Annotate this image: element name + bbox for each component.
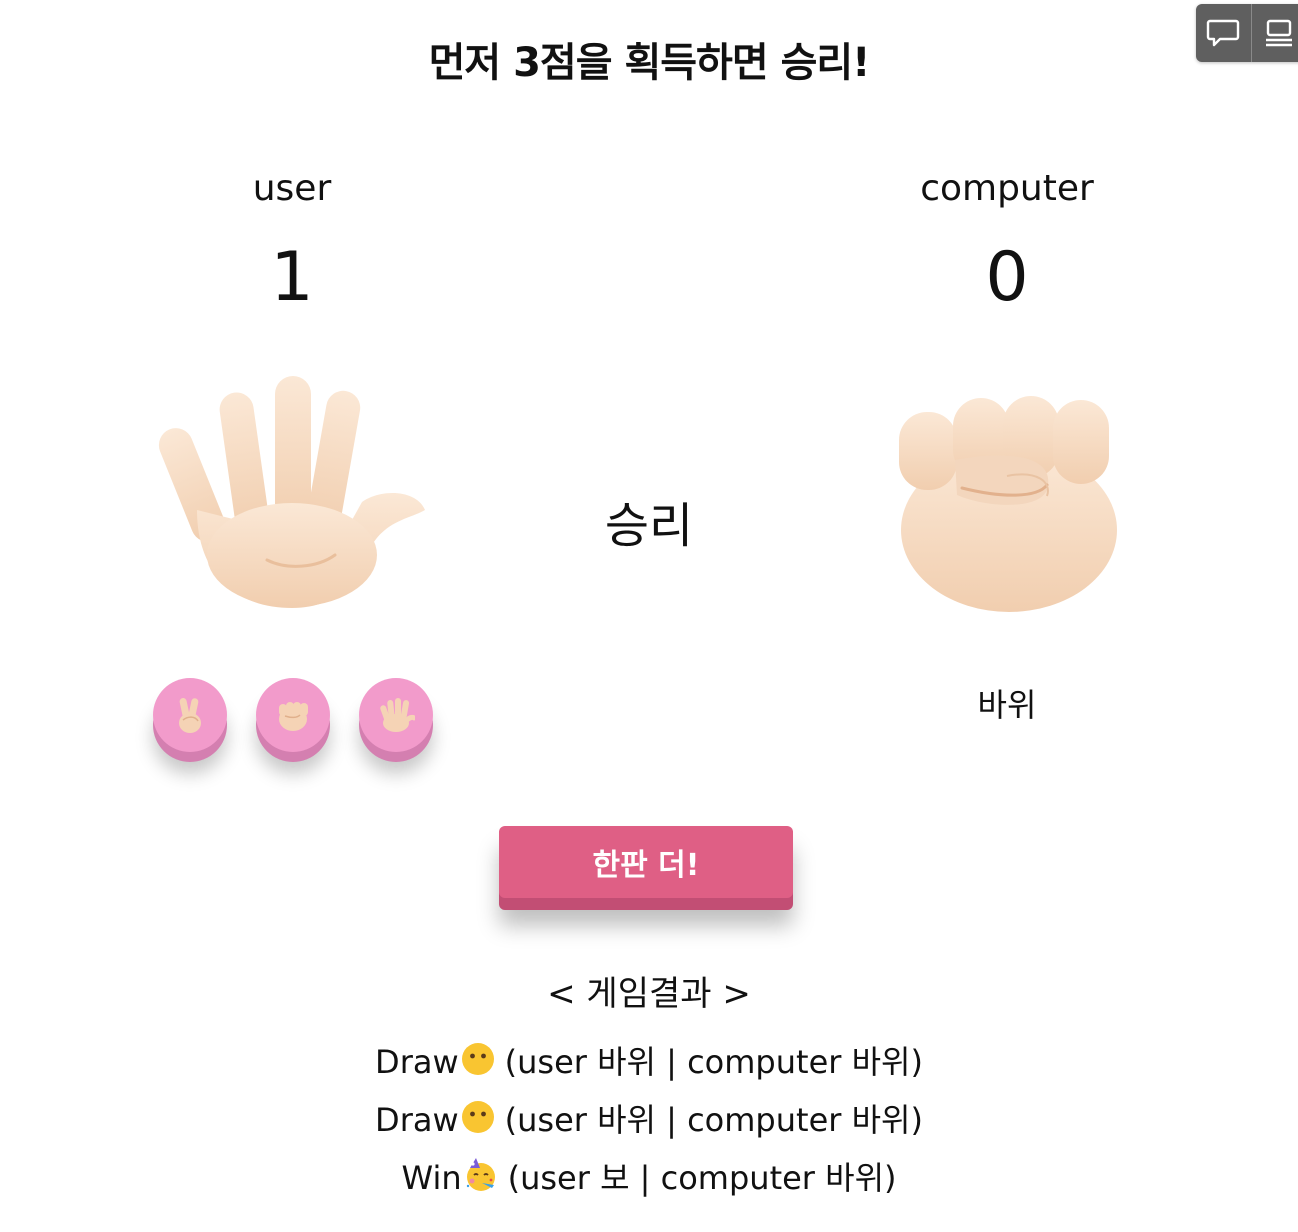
page-title: 먼저 3점을 획득하면 승리! — [428, 40, 871, 86]
history-title: < 게임결과 > — [547, 974, 751, 1014]
scissors-hand-icon — [179, 698, 201, 733]
play-again-label: 한판 더! — [499, 826, 793, 898]
party-face-icon — [464, 1157, 498, 1203]
neutral-face-icon — [461, 1042, 495, 1087]
game-page: 먼저 3점을 획득하면 승리! user 1 승리 computer 0 바위 … — [0, 0, 1298, 1232]
paper-button[interactable] — [359, 678, 433, 762]
computer-choice-label: 바위 — [977, 686, 1037, 724]
user-score: 1 — [270, 238, 314, 317]
history-item: Draw (user 바위 | computer 바위) — [0, 1040, 1298, 1098]
history-list: Draw (user 바위 | computer 바위) Draw (user 바위… — [0, 1040, 1298, 1214]
history-detail: (user 바위 | computer 바위) — [504, 1101, 923, 1139]
history-item: Draw (user 바위 | computer 바위) — [0, 1098, 1298, 1156]
computer-score: 0 — [985, 238, 1029, 317]
menu-icon[interactable] — [1252, 4, 1298, 62]
floating-toolbar — [1196, 4, 1298, 62]
user-name: user — [252, 168, 332, 209]
play-again-button[interactable]: 한판 더! — [499, 826, 793, 910]
choice-buttons — [150, 678, 450, 778]
computer-name: computer — [920, 168, 1094, 209]
history-detail: (user 바위 | computer 바위) — [504, 1043, 923, 1081]
rock-fist-icon — [279, 702, 308, 731]
paper-hand-icon — [142, 370, 442, 620]
history-result: Draw — [375, 1101, 459, 1139]
scissors-button[interactable] — [153, 678, 227, 762]
rock-fist-icon — [857, 370, 1157, 620]
comment-icon[interactable] — [1196, 4, 1252, 62]
rock-button[interactable] — [256, 678, 330, 762]
history-detail: (user 보 | computer 바위) — [507, 1159, 897, 1197]
round-result: 승리 — [604, 498, 694, 554]
paper-hand-icon — [380, 698, 415, 732]
history-result: Win — [401, 1159, 462, 1197]
neutral-face-icon — [461, 1100, 495, 1145]
history-result: Draw — [375, 1043, 459, 1081]
history-item: Win (user 보 | computer 바위) — [0, 1156, 1298, 1214]
